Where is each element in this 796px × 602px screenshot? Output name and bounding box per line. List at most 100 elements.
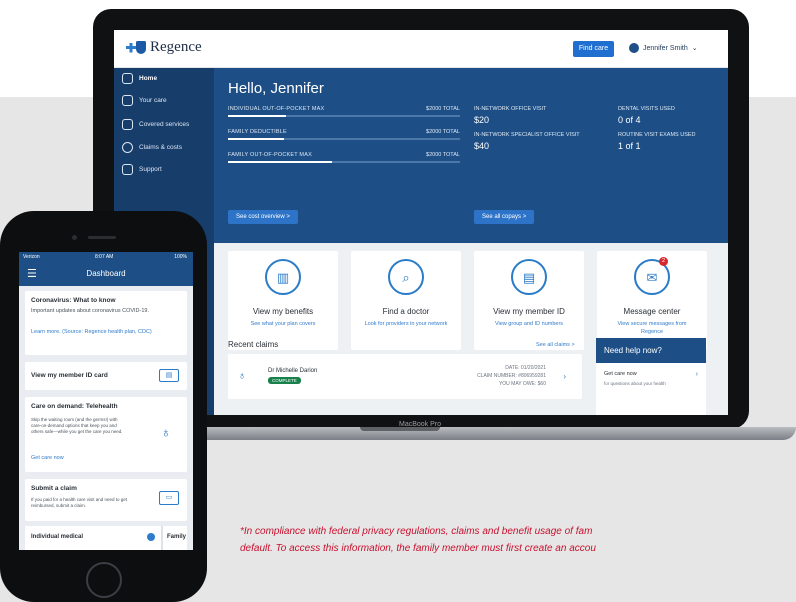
- metric-individual-oop: INDIVIDUAL OUT-OF-POCKET MAX $2000 TOTAL: [228, 106, 460, 117]
- home-icon: [122, 73, 133, 84]
- card-view-benefits[interactable]: ▥ View my benefits See what your plan co…: [228, 251, 338, 350]
- tab-individual-medical[interactable]: Individual medical: [31, 534, 83, 540]
- progress-bar: [228, 115, 460, 117]
- member-id-card[interactable]: View my member ID card ▤: [25, 362, 187, 390]
- usage-value: 0 of 4: [618, 115, 641, 125]
- info-icon[interactable]: [147, 533, 155, 541]
- sidebar-item-label: Home: [139, 75, 158, 82]
- see-all-claims-link[interactable]: See all claims >: [536, 342, 575, 348]
- regence-logo[interactable]: Regence: [126, 39, 202, 56]
- desktop-header: Regence Find care Jennifer Smith ⌄: [114, 30, 728, 68]
- card-title: Submit a claim: [31, 485, 77, 492]
- avatar: [629, 43, 639, 53]
- tab-family[interactable]: Family: [167, 534, 186, 540]
- progress-fill: [228, 161, 333, 163]
- battery: 100%: [174, 254, 187, 260]
- speaker-grille: [88, 236, 116, 239]
- marketing-mockup: Regence Find care Jennifer Smith ⌄ Home …: [0, 0, 796, 602]
- sidebar-item-claims-costs[interactable]: Claims & costs: [122, 142, 182, 153]
- copay-value: $40: [474, 141, 490, 151]
- metric-family-oop: FAMILY OUT-OF-POCKET MAX $2000 TOTAL: [228, 152, 460, 163]
- hero-summary: Hello, Jennifer INDIVIDUAL OUT-OF-POCKET…: [214, 68, 728, 243]
- submit-claim-card[interactable]: Submit a claim If you paid for a health …: [25, 479, 187, 521]
- sidebar-item-support[interactable]: Support: [122, 164, 162, 175]
- card-link[interactable]: Look for providers in your network: [361, 320, 451, 328]
- card-body: If you paid for a health care visit and …: [31, 497, 128, 508]
- card-message-center[interactable]: ✉ 2 Message center View secure messages …: [597, 251, 707, 350]
- medical-bag-icon: [122, 119, 133, 130]
- usage-label: DENTAL VISITS USED: [618, 106, 675, 112]
- copay-value: $20: [474, 115, 490, 125]
- learn-more-link[interactable]: Learn more. (Source: Regence health plan…: [31, 329, 181, 336]
- card-body: Important updates about coronavirus COVI…: [31, 308, 150, 314]
- usage-routine: ROUTINE VISIT EXAMS USED 1 of 1: [618, 132, 696, 151]
- covid-card[interactable]: Coronavirus: What to know Important upda…: [25, 291, 187, 355]
- user-menu[interactable]: Jennifer Smith ⌄: [629, 43, 698, 53]
- sidebar-item-home[interactable]: Home: [122, 73, 157, 84]
- sidebar-item-your-care[interactable]: Your care: [122, 95, 167, 106]
- see-cost-overview-button[interactable]: See cost overview >: [228, 210, 298, 224]
- card-member-id[interactable]: ▤ View my member ID View group and ID nu…: [474, 251, 584, 350]
- notification-badge: 2: [659, 257, 668, 266]
- card-find-doctor[interactable]: ⌕ Find a doctor Look for providers in yo…: [351, 251, 461, 350]
- chevron-right-icon[interactable]: ›: [563, 372, 566, 381]
- progress-bar: [228, 161, 460, 163]
- recent-claims-heading: Recent claims: [228, 340, 279, 349]
- people-icon: [122, 95, 133, 106]
- copay-label: IN-NETWORK OFFICE VISIT: [474, 106, 547, 112]
- help-subtext: for questions about your health: [604, 381, 666, 386]
- find-care-button[interactable]: Find care: [573, 41, 614, 57]
- sidebar-item-label: Your care: [139, 97, 167, 104]
- sidebar-item-label: Covered services: [139, 121, 190, 128]
- metric-family-deductible: FAMILY DEDUCTIBLE $2000 TOTAL: [228, 129, 460, 140]
- card-title: View my member ID card: [31, 372, 108, 379]
- page-title: Dashboard: [86, 269, 126, 278]
- mobile-screen: Verizon 8:07 AM 100% ☰ Dashboard Coronav…: [19, 252, 193, 550]
- camera-icon: [72, 235, 77, 240]
- sidebar-item-covered-services[interactable]: Covered services: [122, 119, 189, 130]
- disclaimer-line: default. To access this information, the…: [240, 543, 596, 554]
- progress-bar: [228, 138, 460, 140]
- home-button[interactable]: [86, 562, 122, 598]
- carrier: Verizon: [23, 254, 40, 260]
- card-link[interactable]: View secure messages from Regence: [607, 320, 697, 336]
- sidebar-item-label: Support: [139, 166, 162, 173]
- progress-fill: [228, 138, 284, 140]
- id-card-icon: ▤: [159, 369, 179, 382]
- claim-date: DATE: 01/20/2021: [505, 365, 546, 371]
- metric-total: $2000 TOTAL: [426, 129, 460, 135]
- telehealth-card[interactable]: Care on demand: Telehealth Skip the wait…: [25, 397, 187, 472]
- claim-owe: YOU MAY OWE: $60: [498, 381, 546, 387]
- search-doctor-icon: ⌕: [388, 259, 424, 295]
- dollar-icon: [122, 142, 133, 153]
- hamburger-menu-icon[interactable]: ☰: [27, 268, 37, 280]
- claim-meta: DATE: 01/20/2021 CLAIM NUMBER: #80695928…: [477, 364, 546, 388]
- card-link[interactable]: See what your plan covers: [238, 320, 328, 328]
- see-all-copays-button[interactable]: See all copays >: [474, 210, 535, 224]
- usage-dental: DENTAL VISITS USED 0 of 4: [618, 106, 675, 125]
- status-bar: Verizon 8:07 AM 100%: [19, 252, 193, 262]
- card-title: Message center: [623, 307, 681, 316]
- help-title: Need help now?: [596, 338, 706, 363]
- usage-label: ROUTINE VISIT EXAMS USED: [618, 132, 696, 138]
- tab-divider: [161, 526, 163, 550]
- chevron-right-icon[interactable]: ›: [696, 371, 698, 378]
- mobile-header: ☰ Dashboard: [19, 262, 193, 286]
- sidebar-item-label: Claims & costs: [139, 144, 182, 151]
- macbook-label: MacBook Pro: [398, 421, 442, 428]
- brand-name: Regence: [150, 39, 202, 55]
- card-link[interactable]: View group and ID numbers: [484, 320, 574, 328]
- metric-total: $2000 TOTAL: [426, 106, 460, 112]
- card-title: Find a doctor: [382, 307, 430, 316]
- bar-chart-icon: ▥: [265, 259, 301, 295]
- get-care-now-link[interactable]: Get care now: [31, 455, 64, 462]
- plan-tabs: Individual medical Family: [25, 526, 187, 550]
- clock: 8:07 AM: [95, 254, 114, 260]
- get-care-now-link[interactable]: Get care now: [604, 371, 637, 377]
- user-name: Jennifer Smith: [643, 44, 688, 52]
- stethoscope-icon: ♁: [160, 424, 172, 440]
- card-title: View my benefits: [252, 307, 314, 316]
- copay-specialist-visit: IN-NETWORK SPECIALIST OFFICE VISIT $40: [474, 132, 580, 151]
- status-badge: COMPLETE: [268, 377, 301, 384]
- claim-row[interactable]: ♁ Dr Michelle Darion COMPLETE DATE: 01/2…: [228, 354, 582, 399]
